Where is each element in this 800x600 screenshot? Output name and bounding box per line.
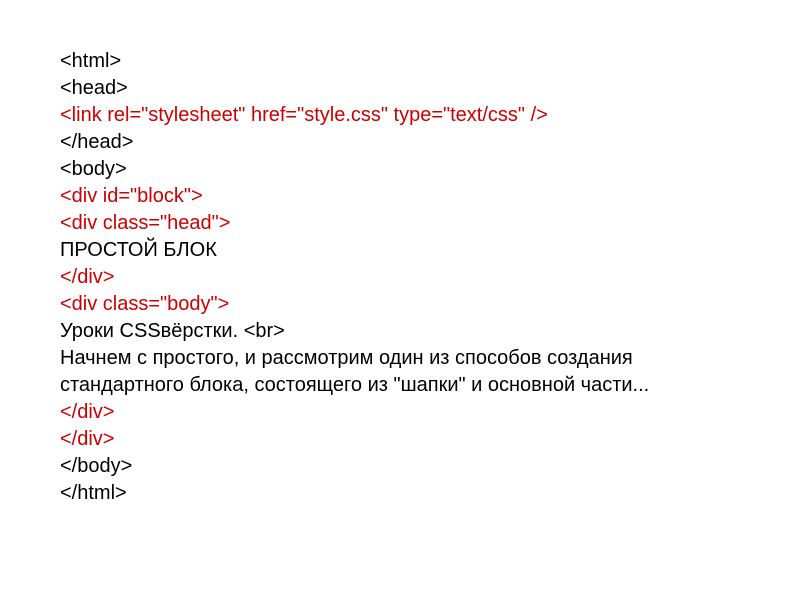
code-line: <html> xyxy=(60,48,740,75)
code-line: <body> xyxy=(60,156,740,183)
code-line: </div> xyxy=(60,426,740,453)
code-line: Начнем с простого, и рассмотрим один из … xyxy=(60,345,740,399)
code-line: ПРОСТОЙ БЛОК xyxy=(60,237,740,264)
code-line: </div> xyxy=(60,264,740,291)
code-line: </head> xyxy=(60,129,740,156)
code-line: <div class="head"> xyxy=(60,210,740,237)
code-line: <link rel="stylesheet" href="style.css" … xyxy=(60,102,740,129)
code-line: Уроки CSSвёрстки. <br> xyxy=(60,318,740,345)
code-line: <div id="block"> xyxy=(60,183,740,210)
code-line: <div class="body"> xyxy=(60,291,740,318)
code-listing: <html> <head> <link rel="stylesheet" hre… xyxy=(0,0,800,555)
code-line: </div> xyxy=(60,399,740,426)
code-line: </html> xyxy=(60,480,740,507)
code-line: </body> xyxy=(60,453,740,480)
code-line: <head> xyxy=(60,75,740,102)
